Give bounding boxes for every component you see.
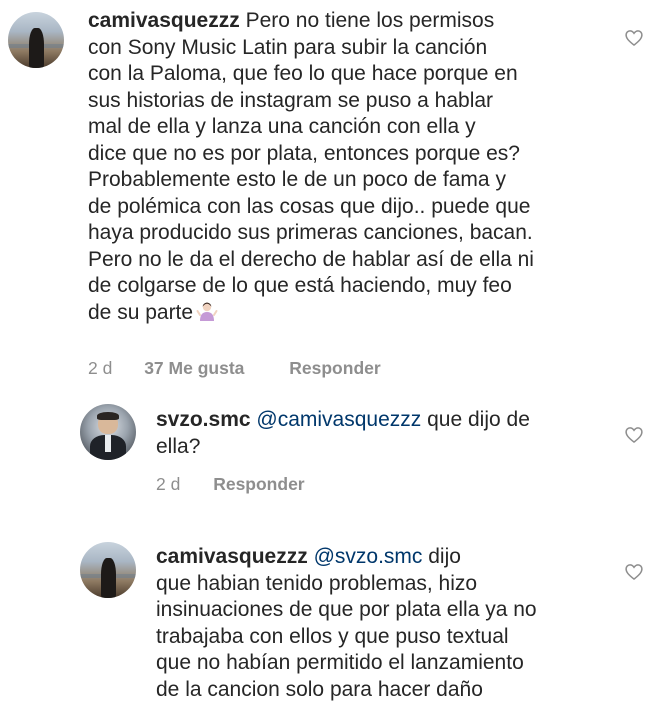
username[interactable]: svzo.smc <box>156 408 251 431</box>
avatar[interactable] <box>80 404 136 460</box>
comment-text: camivasquezzz @svzo.smc dijo que habian … <box>156 545 537 701</box>
comment-meta: 2 d Responder <box>156 474 305 495</box>
likes-count[interactable]: 37 Me gusta <box>144 358 244 378</box>
comment-text: camivasquezzz Pero no tiene los permisos… <box>88 9 534 324</box>
comment-text: svzo.smc @camivasquezzz que dijo de ella… <box>156 408 530 458</box>
heart-outline-icon[interactable] <box>624 28 644 48</box>
avatar[interactable] <box>8 12 64 68</box>
reply-button[interactable]: Responder <box>213 474 304 494</box>
username[interactable]: camivasquezzz <box>156 545 308 568</box>
comment-meta: 2 d 37 Me gusta Responder <box>88 358 381 379</box>
timestamp: 2 d <box>156 474 181 494</box>
heart-outline-icon[interactable] <box>624 425 644 445</box>
heart-outline-icon[interactable] <box>624 562 644 582</box>
reply-button[interactable]: Responder <box>289 358 380 378</box>
mention-link[interactable]: @svzo.smc <box>314 545 423 568</box>
username[interactable]: camivasquezzz <box>88 9 240 32</box>
timestamp: 2 d <box>88 358 113 378</box>
person-shrugging-emoji <box>196 300 218 322</box>
avatar[interactable] <box>80 542 136 598</box>
mention-link[interactable]: @camivasquezzz <box>256 408 421 431</box>
